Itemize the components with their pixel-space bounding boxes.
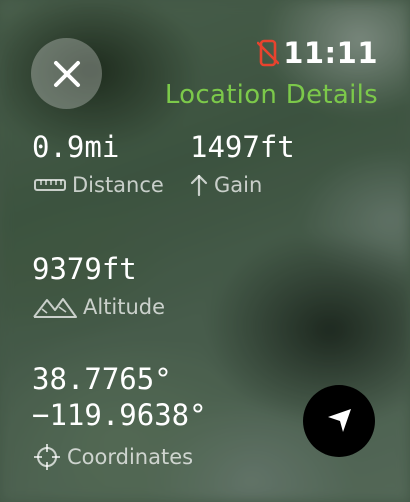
- distance-label-row: Distance: [34, 173, 164, 197]
- gain-label-row: Gain: [190, 173, 262, 197]
- location-arrow-icon: [328, 409, 351, 432]
- gain-value: 1497ft: [190, 130, 295, 164]
- close-button[interactable]: [31, 38, 102, 109]
- ruler-icon: [34, 179, 66, 191]
- distance-value: 0.9mi: [32, 130, 120, 164]
- longitude-value: −119.9638°: [32, 398, 207, 432]
- clock-time: 11:11: [283, 36, 378, 70]
- status-bar: 11:11: [257, 36, 378, 70]
- arrow-up-icon: [190, 174, 208, 197]
- coordinates-label: Coordinates: [67, 445, 194, 469]
- latitude-value: 38.7765°: [32, 362, 172, 396]
- gain-label: Gain: [214, 173, 263, 197]
- distance-label: Distance: [72, 173, 164, 197]
- altitude-label-row: Altitude: [33, 295, 165, 319]
- crosshair-icon: [34, 444, 60, 470]
- altitude-label: Altitude: [83, 295, 166, 319]
- navigation-button[interactable]: [303, 385, 375, 457]
- phone-disconnected-icon: [257, 39, 280, 67]
- page-title: Location Details: [164, 80, 378, 110]
- mountains-icon: [33, 298, 77, 318]
- altitude-value: 9379ft: [32, 252, 137, 286]
- coordinates-label-row: Coordinates: [33, 443, 193, 471]
- close-icon: [53, 60, 80, 87]
